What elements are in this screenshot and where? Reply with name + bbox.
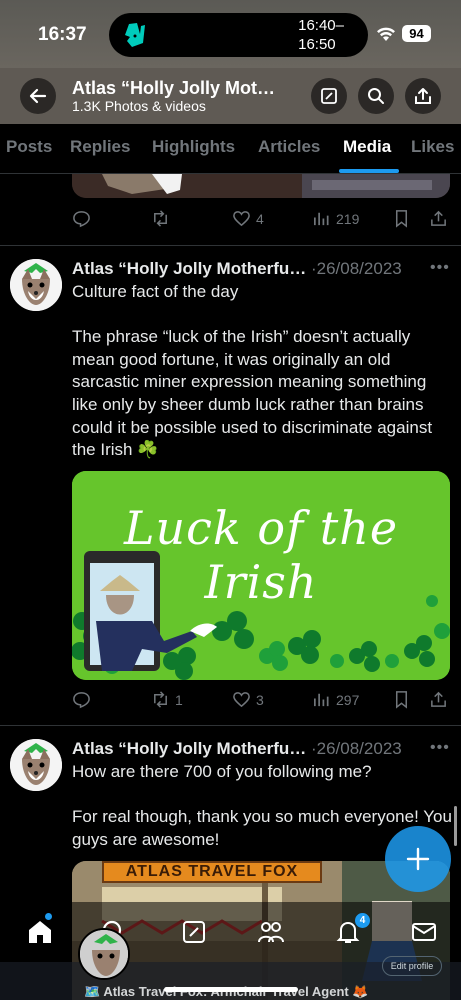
post-divider [0,245,461,246]
more-options-button[interactable]: ••• [430,259,450,277]
post-date[interactable]: ·26/08/2023 [311,739,402,758]
tab-articles[interactable]: Articles [258,137,320,157]
tab-likes[interactable]: Likes [411,137,454,157]
share-icon [431,691,446,707]
image-banner-text: ATLAS TRAVEL FOX [102,861,322,883]
share-icon [415,88,431,104]
account-avatar[interactable] [78,928,130,980]
views-icon [313,693,329,707]
compose-button[interactable] [311,78,347,114]
active-tab-indicator [339,169,399,173]
back-button[interactable] [20,78,56,114]
heart-icon [233,692,250,708]
tab-replies[interactable]: Replies [70,137,130,157]
live-activity-time-end: 16:50 [298,36,336,53]
share-icon [431,210,446,226]
author-name[interactable]: Atlas “Holly Jolly Motherfu… [72,739,306,758]
home-indicator[interactable] [164,987,298,992]
views-icon [313,212,329,226]
clock: 16:37 [38,24,87,45]
fox-avatar-art [10,739,62,791]
post-text: Culture fact of the day The phrase “luck… [72,282,433,460]
back-arrow-icon [29,88,47,104]
compose-icon[interactable] [180,918,208,946]
wifi-icon [377,27,395,41]
communities-icon[interactable] [257,918,285,946]
notification-badge: 4 [355,913,370,928]
view-count: 219 [336,210,360,227]
repost-count: 1 [175,691,183,708]
tab-highlights[interactable]: Highlights [152,137,235,157]
reply-button[interactable] [72,209,91,228]
bookmark-icon [395,210,408,228]
tab-posts[interactable]: Posts [6,137,52,157]
like-count: 3 [256,691,264,708]
new-post-button[interactable] [385,826,451,892]
edit-profile-button[interactable]: Edit profile [382,956,442,976]
dynamic-island[interactable]: 16:40– 16:50 [109,13,368,57]
tab-media[interactable]: Media [343,137,391,157]
home-icon[interactable] [26,918,54,946]
profile-header: Atlas “Holly Jolly Mot… 1.3K Photos & vi… [0,68,461,124]
like-button[interactable]: 3 [232,690,264,709]
compose-icon [321,88,337,104]
bottom-navigation [0,902,461,962]
bookmark-button[interactable] [392,209,411,228]
scrollbar[interactable] [454,806,457,846]
avatar[interactable] [10,739,62,791]
status-bar: 16:37 16:40– 16:50 94 [0,0,461,68]
author-name[interactable]: Atlas “Holly Jolly Motherfu… [72,259,306,278]
post-author-line: Atlas “Holly Jolly Motherfu… ·26/08/2023 [72,259,402,279]
bookmark-icon [395,691,408,709]
more-options-button[interactable]: ••• [430,739,450,757]
search-icon [368,88,384,104]
views-button[interactable]: 219 [312,209,359,228]
profile-tabs: Posts Replies Highlights Articles Media … [0,124,461,174]
reply-icon [73,211,90,228]
share-button[interactable] [405,78,441,114]
bookmark-button[interactable] [392,690,411,709]
post-date[interactable]: ·26/08/2023 [311,259,402,278]
search-button[interactable] [358,78,394,114]
deliveroo-kangaroo-icon [125,23,145,47]
post-image[interactable]: Luck of the Irish [72,471,450,680]
reply-icon [73,692,90,709]
live-activity-time-start: 16:40– [298,17,344,34]
profile-title: Atlas “Holly Jolly Mot… [72,78,276,98]
share-post-button[interactable] [429,209,448,228]
battery-indicator: 94 [402,25,431,42]
reply-button[interactable] [72,690,91,709]
live-activity-time: 16:40– 16:50 [298,16,344,54]
image-caption-text: Luck of the Irish [123,501,399,609]
post-author-line: Atlas “Holly Jolly Motherfu… ·26/08/2023 [72,739,402,759]
repost-icon [154,691,167,708]
previous-post-image[interactable] [72,174,450,198]
fox-avatar-art [10,259,62,311]
messages-icon[interactable] [410,918,438,946]
repost-button[interactable]: 1 [151,690,183,709]
home-unread-dot [45,913,52,920]
previous-post-image-art [72,174,450,198]
heart-icon [233,211,250,227]
repost-button[interactable] [151,209,170,228]
share-post-button[interactable] [429,690,448,709]
view-count: 297 [336,691,360,708]
plus-icon [406,847,430,871]
views-button[interactable]: 297 [312,690,359,709]
post-divider [0,725,461,726]
avatar[interactable] [10,259,62,311]
media-count: 1.3K Photos & videos [72,98,206,114]
like-count: 4 [256,210,264,227]
like-button[interactable]: 4 [232,209,264,228]
repost-icon [154,210,167,227]
